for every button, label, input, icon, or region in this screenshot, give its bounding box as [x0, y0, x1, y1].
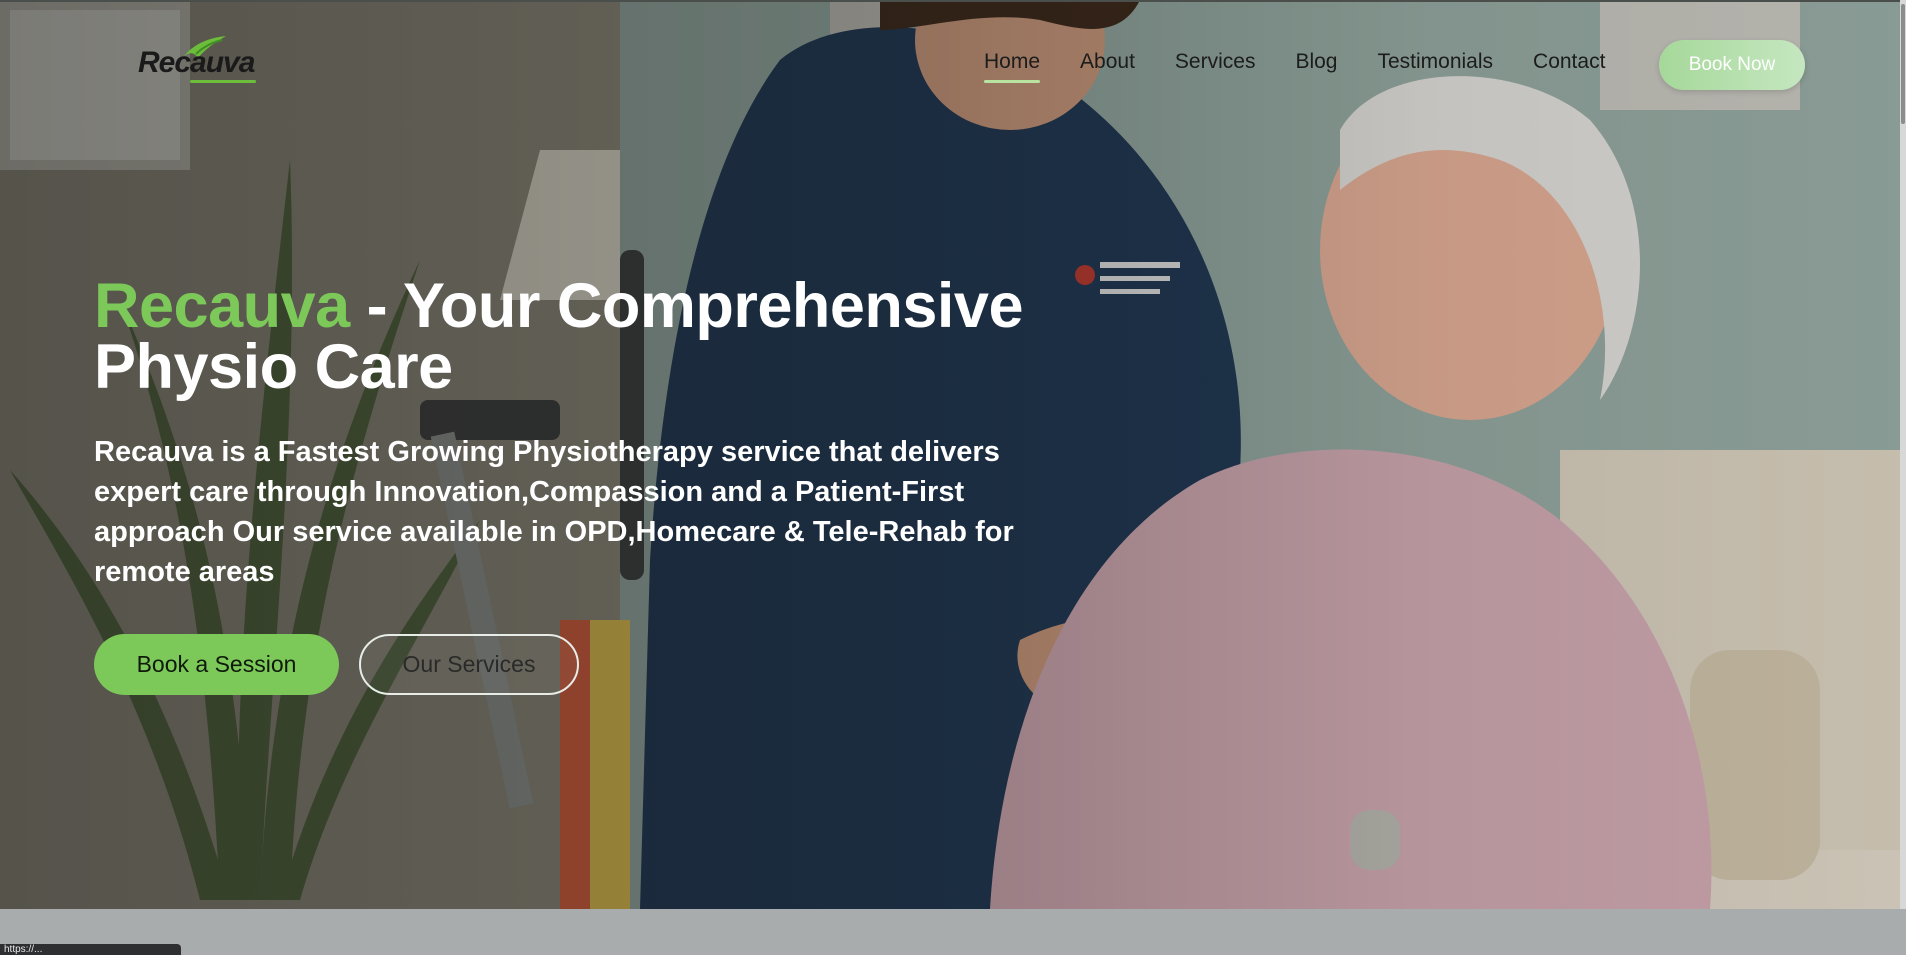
page-scrollbar[interactable]	[1900, 0, 1906, 909]
nav-link-about[interactable]: About	[1080, 50, 1135, 74]
hero-description: Recauva is a Fastest Growing Physiothera…	[94, 436, 1014, 588]
status-bar-url: https://...	[0, 944, 181, 955]
logo-underline	[190, 80, 256, 83]
main-navigation: Home About Services Blog Testimonials Co…	[984, 50, 1645, 83]
logo-wordmark: Recauva	[138, 46, 255, 79]
hero-title: Recauva - Your Comprehensive Physio Care	[94, 275, 1094, 399]
nav-link-home[interactable]: Home	[984, 50, 1041, 83]
hero-title-brand: Recauva	[94, 271, 350, 341]
scrollbar-thumb[interactable]	[1901, 4, 1905, 124]
page: Recauva Home About Services Blog Testimo…	[0, 0, 1906, 955]
book-session-button[interactable]: Book a Session	[94, 634, 339, 695]
nav-link-blog[interactable]: Blog	[1295, 50, 1337, 74]
brand-logo[interactable]: Recauva	[138, 36, 278, 88]
nav-link-contact[interactable]: Contact	[1533, 50, 1605, 74]
our-services-button[interactable]: Our Services	[359, 634, 579, 695]
book-now-button[interactable]: Book Now	[1659, 40, 1805, 90]
nav-link-services[interactable]: Services	[1175, 50, 1256, 74]
window-top-border	[0, 0, 1906, 2]
nav-link-testimonials[interactable]: Testimonials	[1377, 50, 1493, 74]
